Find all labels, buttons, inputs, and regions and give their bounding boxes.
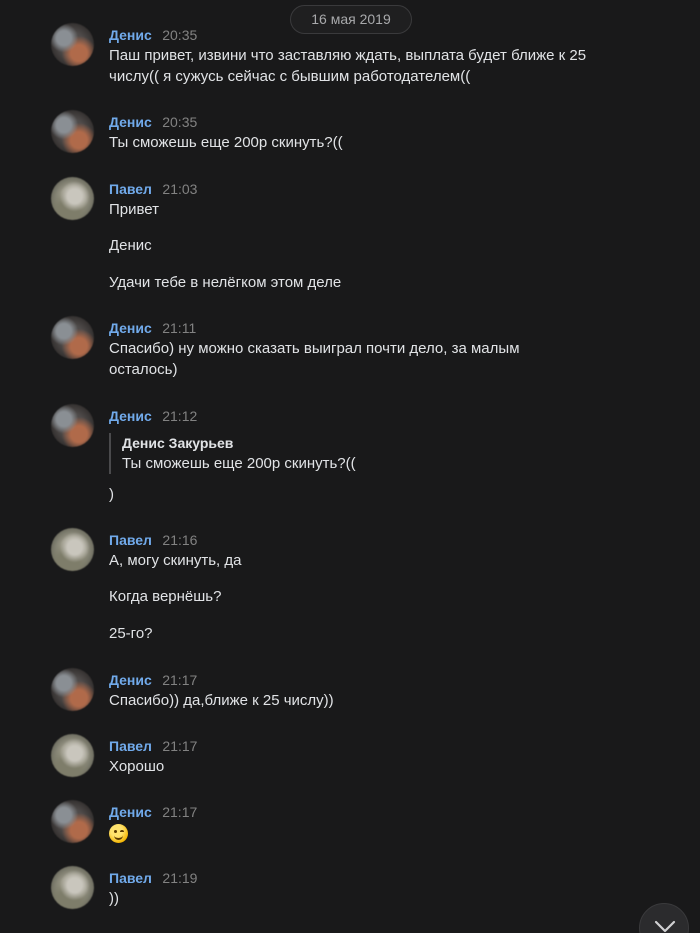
message-text: А, могу скинуть, да <box>109 552 242 569</box>
message-text: Спасибо)) да,ближе к 25 числу)) <box>109 692 334 709</box>
avatar[interactable] <box>51 528 94 571</box>
avatar[interactable] <box>51 800 94 843</box>
message-time[interactable]: 21:11 <box>162 320 196 336</box>
author-name[interactable]: Павел <box>109 738 152 754</box>
message-header: Павел 21:03 <box>109 181 197 199</box>
avatar[interactable] <box>51 316 94 359</box>
author-name[interactable]: Денис <box>109 408 152 424</box>
message-text: 25-го? <box>109 625 153 642</box>
scroll-down-button[interactable] <box>639 903 689 933</box>
message-time[interactable]: 21:12 <box>162 408 197 424</box>
avatar[interactable] <box>51 23 94 66</box>
message-text: )) <box>109 890 119 907</box>
message-text: Когда вернёшь? <box>109 588 222 605</box>
winking-face-emoji <box>109 823 128 843</box>
message-time[interactable]: 21:19 <box>162 870 197 886</box>
avatar[interactable] <box>51 404 94 447</box>
message-text: Удачи тебе в нелёгком этом деле <box>109 274 342 291</box>
message-text: Хорошо <box>109 758 165 775</box>
author-name[interactable]: Павел <box>109 181 152 197</box>
message-time[interactable]: 20:35 <box>162 27 197 43</box>
message-header: Денис 21:12 <box>109 408 197 426</box>
message-text: Спасибо) ну можно сказать выиграл почти … <box>109 340 520 378</box>
message-header: Денис 21:17 <box>109 804 197 822</box>
message-text: ) <box>109 486 114 503</box>
avatar[interactable] <box>51 177 94 220</box>
message-header: Денис 20:35 <box>109 114 197 132</box>
message-text: Привет <box>109 201 160 218</box>
author-name[interactable]: Павел <box>109 532 152 548</box>
chevron-down-icon <box>654 920 676 933</box>
avatar[interactable] <box>51 734 94 777</box>
message-header: Павел 21:17 <box>109 738 197 756</box>
message-header: Денис 20:35 <box>109 27 197 45</box>
author-name[interactable]: Денис <box>109 320 152 336</box>
message-time[interactable]: 21:03 <box>162 181 197 197</box>
author-name[interactable]: Денис <box>109 27 152 43</box>
date-divider: 16 мая 2019 <box>290 5 412 34</box>
message-header: Денис 21:17 <box>109 672 197 690</box>
message-text: Ты сможешь еще 200р скинуть?(( <box>109 134 343 151</box>
message-text <box>109 822 589 843</box>
message-text: Паш привет, извини что заставляю ждать, … <box>109 47 587 85</box>
message-header: Денис 21:11 <box>109 320 196 338</box>
reply-author: Денис Закурьев <box>122 435 234 451</box>
message-text: Денис <box>109 237 152 254</box>
avatar[interactable] <box>51 866 94 909</box>
message-time[interactable]: 21:17 <box>162 672 197 688</box>
reply-text: Ты сможешь еще 200р скинуть?(( <box>122 455 356 472</box>
avatar[interactable] <box>51 668 94 711</box>
reply-quote[interactable]: Денис Закурьев Ты сможешь еще 200р скину… <box>109 433 356 474</box>
message-header: Павел 21:16 <box>109 532 197 550</box>
message-time[interactable]: 21:16 <box>162 532 197 548</box>
author-name[interactable]: Денис <box>109 804 152 820</box>
avatar[interactable] <box>51 110 94 153</box>
message-time[interactable]: 20:35 <box>162 114 197 130</box>
message-time[interactable]: 21:17 <box>162 804 197 820</box>
author-name[interactable]: Павел <box>109 870 152 886</box>
author-name[interactable]: Денис <box>109 672 152 688</box>
message-header: Павел 21:19 <box>109 870 197 888</box>
message-time[interactable]: 21:17 <box>162 738 197 754</box>
chat-history: 16 мая 2019 Денис 20:35 Паш привет, изви… <box>0 0 700 933</box>
author-name[interactable]: Денис <box>109 114 152 130</box>
